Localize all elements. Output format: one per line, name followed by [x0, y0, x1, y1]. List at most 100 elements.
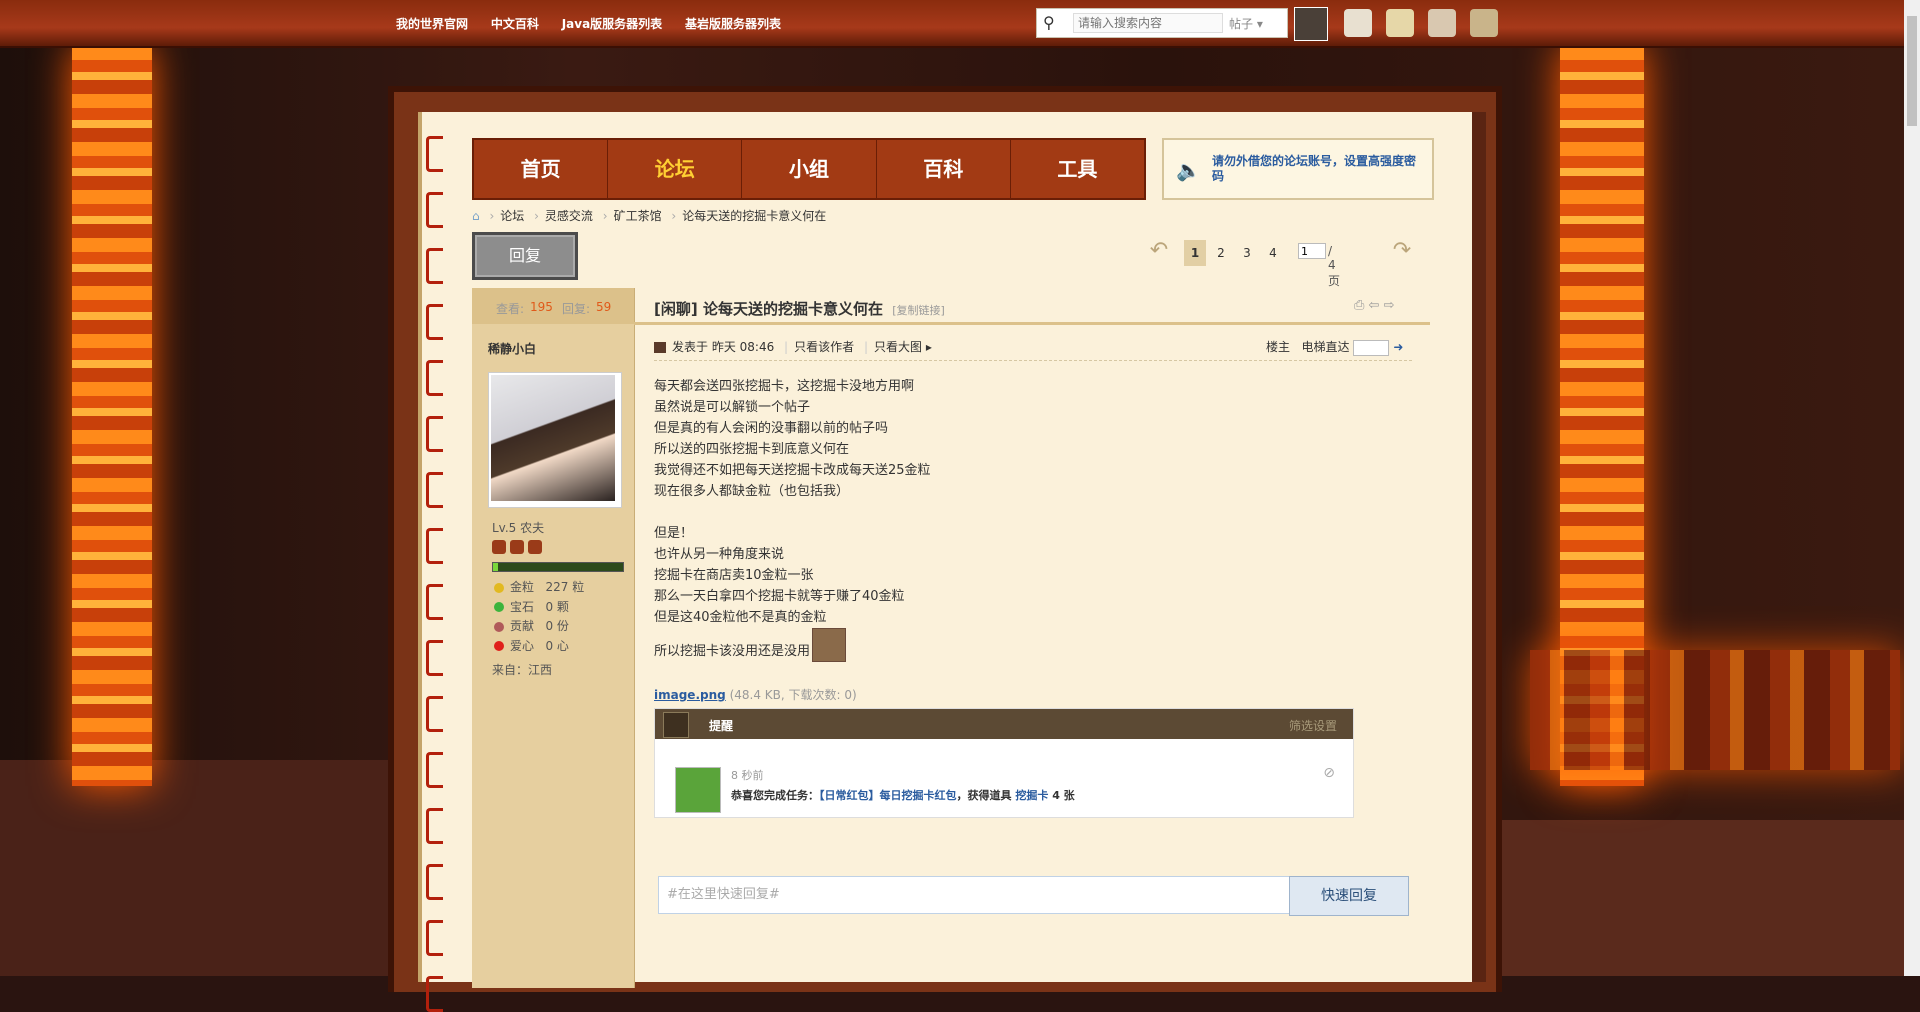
post-line: 但是这40金粒他不是真的金粒 — [654, 610, 827, 625]
contrib-icon — [494, 621, 504, 632]
popup-message: 恭喜您完成任务：【日常红包】每日挖掘卡红包，获得道具 挖掘卡 4 张 — [731, 789, 1075, 802]
floor-jump-input[interactable] — [1353, 339, 1390, 356]
post-line: 我觉得还不如把每天送挖掘卡改成每天送25金粒 — [654, 463, 931, 478]
message-icon[interactable] — [1344, 9, 1372, 37]
floor-info: 楼主 电梯直达 ➜ — [1266, 338, 1403, 356]
triangle-right-icon[interactable]: ▸ — [926, 340, 932, 354]
replies-count: 59 — [596, 300, 612, 314]
page-3[interactable]: 3 — [1236, 240, 1258, 266]
next-thread-icon[interactable]: ⇨ — [1384, 298, 1395, 313]
top-bar: 我的世界官网 中文百科 Java版服务器列表 基岩版服务器列表 ⚲ 帖子 ▾ — [0, 0, 1920, 48]
attachment: image.png (48.4 KB, 下载次数: 0) — [654, 686, 857, 703]
creeper-icon — [675, 767, 721, 813]
post-body: 每天都会送四张挖掘卡，这挖掘卡没地方用啊 虽然说是可以解锁一个帖子 但是真的有人… — [654, 376, 931, 662]
close-icon[interactable]: ⊘ — [1323, 765, 1335, 781]
main-nav: 首页 论坛 小组 百科 工具 — [472, 138, 1146, 200]
frame-right-bar — [1472, 112, 1486, 982]
top-nav: 我的世界官网 中文百科 Java版服务器列表 基岩版服务器列表 — [396, 15, 800, 32]
attachment-info: (48.4 KB, 下载次数: 0) — [729, 688, 857, 702]
big-image-link[interactable]: 只看大图 — [874, 340, 922, 354]
crumb-thread[interactable]: 论每天送的挖掘卡意义何在 — [682, 209, 826, 223]
author-stats: 金粒 227 粒 宝石 0 颗 贡献 0 份 爱心 0 心 — [494, 578, 584, 656]
xp-bar — [492, 562, 624, 572]
post-title-text: 论每天送的挖掘卡意义何在 — [702, 300, 883, 318]
only-author-link[interactable]: 只看该作者 — [794, 340, 854, 354]
crafting-icon[interactable] — [1386, 9, 1414, 37]
copy-link[interactable]: [复制链接] — [892, 304, 945, 317]
home-icon[interactable]: ⌂ — [472, 209, 480, 223]
speaker-icon: 🔈 — [1176, 158, 1201, 182]
page-1[interactable]: 1 — [1184, 240, 1206, 266]
post-meta: 发表于 昨天 08:46 | 只看该作者 | 只看大图 ▸ — [654, 338, 932, 355]
popup-settings[interactable]: 筛选设置 — [1289, 717, 1337, 734]
nav-wiki[interactable]: 百科 — [877, 140, 1011, 198]
next-page-icon[interactable]: ↷ — [1374, 236, 1430, 266]
user-avatar[interactable] — [1294, 7, 1328, 41]
post-line: 虽然说是可以解锁一个帖子 — [654, 400, 811, 415]
scrollbar[interactable] — [1904, 0, 1920, 976]
popup-title: 提醒 — [709, 719, 734, 733]
page-total: / 4 页 — [1328, 244, 1341, 288]
nav-tools[interactable]: 工具 — [1011, 140, 1144, 198]
item-link[interactable]: 挖掘卡 — [1015, 789, 1048, 802]
quick-reply-input[interactable]: #在这里快速回复# — [658, 876, 1300, 914]
author-medals — [492, 540, 546, 557]
post-tag[interactable]: [闲聊] — [654, 300, 698, 318]
prev-page-icon[interactable]: ↶ — [1142, 236, 1176, 266]
cookie-icon[interactable] — [1470, 9, 1498, 37]
author-level: Lv.5 农夫 — [492, 521, 545, 535]
task-link[interactable]: 【日常红包】每日挖掘卡红包 — [819, 789, 957, 802]
quick-reply-button[interactable]: 快速回复 — [1289, 876, 1409, 916]
replies-label: 回复: — [562, 302, 591, 316]
nav-groups[interactable]: 小组 — [742, 140, 877, 198]
gold-icon — [494, 582, 504, 593]
crumb-inspiration[interactable]: 灵感交流 — [545, 209, 593, 223]
crumb-teahouse[interactable]: 矿工茶馆 — [614, 209, 662, 223]
print-icon[interactable]: ⎙ — [1354, 298, 1364, 313]
popup-header: 提醒 筛选设置 — [655, 709, 1353, 739]
crumb-forum[interactable]: 论坛 — [500, 209, 524, 223]
post-line: 现在很多人都缺金粒（也包括我） — [654, 484, 850, 499]
potion-icon[interactable] — [1428, 9, 1456, 37]
medal-icon[interactable] — [528, 540, 542, 554]
author-name[interactable]: 稀静小白 — [488, 340, 536, 357]
views-label: 查看: — [496, 302, 525, 316]
search-type-select[interactable]: 帖子 ▾ — [1229, 15, 1263, 32]
topnav-official[interactable]: 我的世界官网 — [396, 17, 468, 31]
page-jump-input[interactable] — [1298, 243, 1326, 259]
medal-icon[interactable] — [510, 540, 524, 554]
search-input[interactable] — [1073, 13, 1223, 33]
post-line: 也许从另一种角度来说 — [654, 547, 785, 562]
topnav-java-servers[interactable]: Java版服务器列表 — [562, 17, 662, 31]
jump-icon[interactable]: ➜ — [1393, 340, 1403, 354]
nav-forum[interactable]: 论坛 — [608, 140, 743, 198]
page-2[interactable]: 2 — [1210, 240, 1232, 266]
post-line-last: 所以挖掘卡该没用还是没用 — [654, 628, 931, 662]
nether-rock — [1500, 820, 1904, 976]
author-avatar[interactable] — [488, 372, 622, 508]
prev-thread-icon[interactable]: ⇦ — [1369, 298, 1380, 313]
breadcrumb: ⌂ › 论坛 › 灵感交流 › 矿工茶馆 › 论每天送的挖掘卡意义何在 — [472, 209, 827, 223]
search-icon[interactable]: ⚲ — [1043, 13, 1063, 33]
nav-home[interactable]: 首页 — [474, 140, 609, 198]
page-4[interactable]: 4 — [1262, 240, 1284, 266]
apple-icon — [494, 641, 504, 651]
binder-rings — [426, 136, 446, 1012]
bell-icon — [663, 712, 689, 738]
topnav-wiki[interactable]: 中文百科 — [491, 17, 539, 31]
steve-emoji-icon — [812, 628, 847, 662]
attachment-link[interactable]: image.png — [654, 688, 726, 702]
post-line: 但是真的有人会闲的没事翻以前的帖子吗 — [654, 421, 889, 436]
author-location: 来自：江西 — [492, 663, 553, 677]
reply-button[interactable]: 回复 — [472, 232, 578, 280]
floor-label: 楼主 — [1266, 340, 1291, 354]
jump-label: 电梯直达 — [1301, 340, 1350, 354]
lava-column-left — [72, 46, 152, 786]
notice-text[interactable]: 请勿外借您的论坛账号，设置高强度密码 — [1212, 154, 1422, 184]
gem-icon — [494, 602, 504, 612]
topnav-bedrock-servers[interactable]: 基岩版服务器列表 — [685, 17, 781, 31]
post-tools: ⎙ ⇦ ⇨ — [1354, 298, 1395, 313]
post-line — [654, 502, 931, 523]
medal-icon[interactable] — [492, 540, 506, 554]
search-box: ⚲ 帖子 ▾ — [1036, 8, 1288, 38]
